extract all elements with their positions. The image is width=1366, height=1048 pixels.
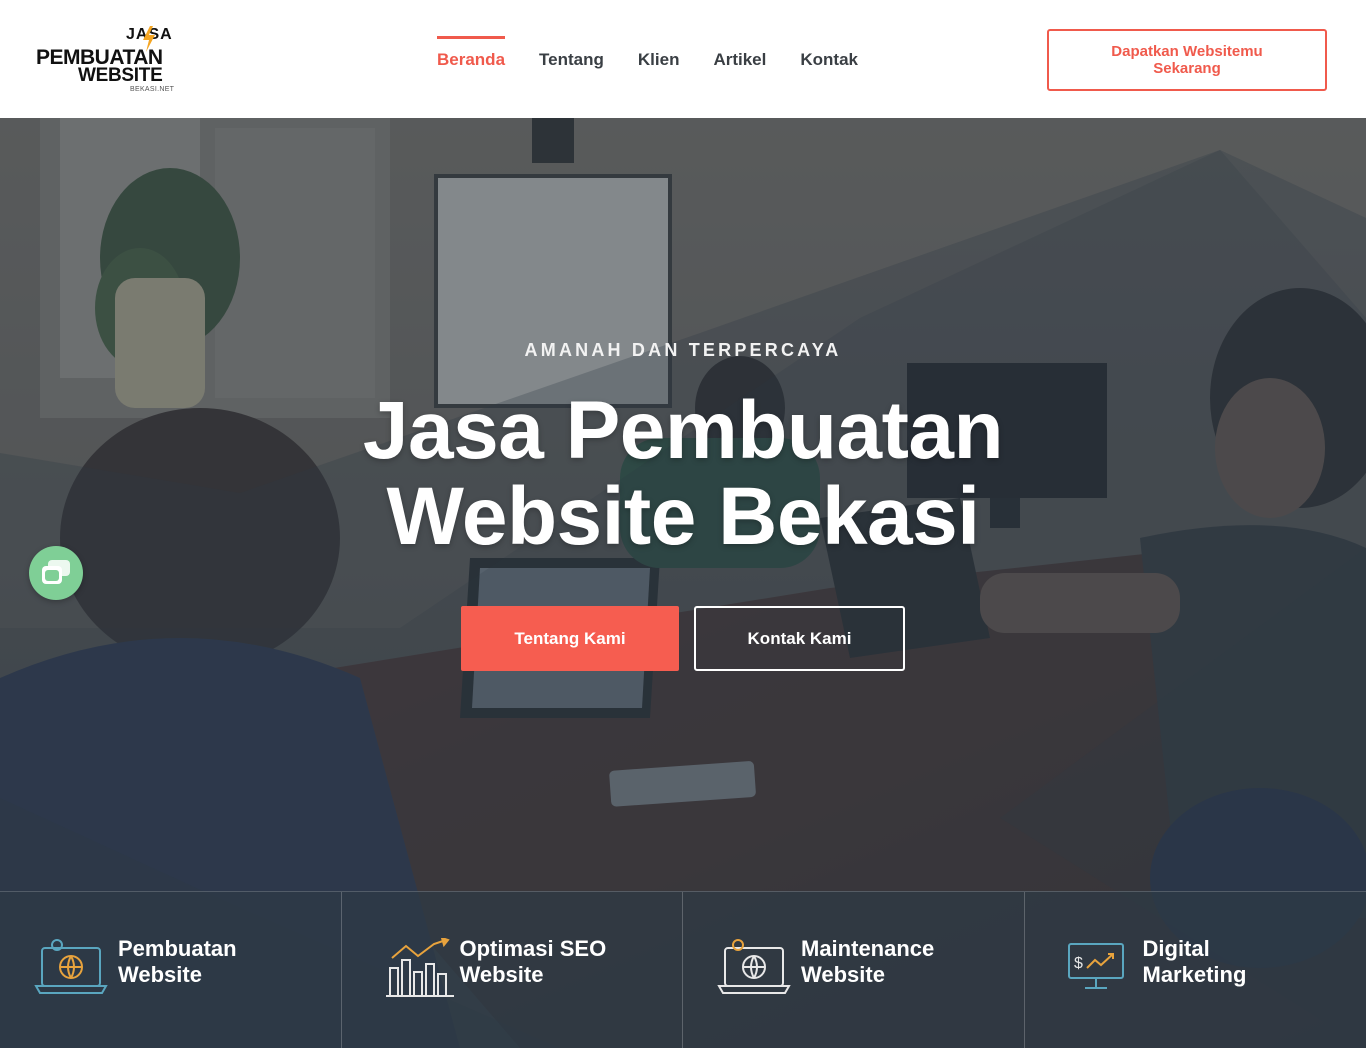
about-us-button[interactable]: Tentang Kami xyxy=(461,606,679,671)
chat-widget-button[interactable] xyxy=(29,546,83,600)
service-card-digital-marketing[interactable]: $ Digital Marketing xyxy=(1025,892,1366,1048)
monitor-dollar-icon: $ xyxy=(1067,943,1124,989)
main-nav: Beranda Tentang Klien Artikel Kontak xyxy=(437,36,892,82)
growth-chart-icon xyxy=(385,938,454,997)
logo-text-website: WEBSITE xyxy=(78,65,163,86)
service-card-seo[interactable]: Optimasi SEO Website xyxy=(342,892,683,1048)
laptop-globe-icon xyxy=(717,939,791,994)
nav-item-kontak[interactable]: Kontak xyxy=(800,36,858,82)
hero-section: AMANAH DAN TERPERCAYA Jasa Pembuatan Web… xyxy=(0,118,1366,1048)
contact-us-button[interactable]: Kontak Kami xyxy=(694,606,905,671)
service-card-web-design[interactable]: Pembuatan Website xyxy=(0,892,342,1048)
hero-title: Jasa Pembuatan Website Bekasi xyxy=(0,388,1366,560)
service-title: Optimasi SEO Website xyxy=(459,936,607,987)
hero-title-line2: Website Bekasi xyxy=(386,471,980,562)
nav-item-klien[interactable]: Klien xyxy=(638,36,680,82)
nav-item-beranda[interactable]: Beranda xyxy=(437,36,506,82)
service-title: Pembuatan Website xyxy=(118,936,237,987)
chat-icon xyxy=(42,560,70,584)
site-header: JASA PEMBUATAN WEBSITE BEKASI.NET Berand… xyxy=(0,0,1366,118)
services-strip: Pembuatan Website Optimasi SEO Website M… xyxy=(0,891,1366,1048)
logo-domain: BEKASI.NET xyxy=(130,86,175,93)
hero-title-line1: Jasa Pembuatan xyxy=(362,385,1004,476)
service-title: Maintenance Website xyxy=(801,936,935,987)
service-title: Digital Marketing xyxy=(1142,936,1247,987)
get-website-button[interactable]: Dapatkan Websitemu Sekarang xyxy=(1047,29,1327,91)
hero-eyebrow: AMANAH DAN TERPERCAYA xyxy=(524,340,842,360)
nav-item-artikel[interactable]: Artikel xyxy=(713,36,766,82)
svg-text:$: $ xyxy=(1074,955,1083,972)
nav-item-tentang[interactable]: Tentang xyxy=(539,36,604,82)
service-card-maintenance[interactable]: Maintenance Website xyxy=(683,892,1025,1048)
laptop-globe-icon xyxy=(34,939,108,994)
site-logo[interactable]: JASA PEMBUATAN WEBSITE BEKASI.NET xyxy=(36,26,176,96)
